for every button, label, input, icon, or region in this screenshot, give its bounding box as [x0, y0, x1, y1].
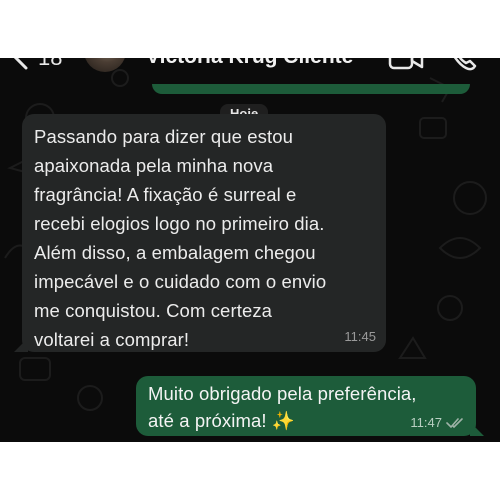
bubble-tail [470, 422, 484, 436]
incoming-message-text: Passando para dizer que estou apaixonada… [34, 126, 327, 350]
phone-call-icon[interactable] [448, 58, 478, 72]
contact-name[interactable]: Victoria Krug Cliente [146, 58, 353, 69]
incoming-message-time: 11:45 [344, 329, 376, 344]
incoming-message-bubble[interactable]: Passando para dizer que estou apaixonada… [14, 114, 386, 352]
avatar[interactable] [84, 58, 126, 72]
video-call-icon[interactable] [388, 58, 424, 72]
outgoing-message-bubble[interactable]: Muito obrigado pela preferência, até a p… [136, 376, 484, 436]
screenshot-frame: 18 Victoria Krug Cliente Hoje Passando p… [0, 0, 500, 500]
unread-count[interactable]: 18 [38, 58, 62, 71]
bubble-tail [14, 338, 28, 352]
previous-outgoing-bubble[interactable] [152, 84, 470, 94]
back-chevron-icon[interactable] [8, 58, 34, 70]
chat-window: 18 Victoria Krug Cliente Hoje Passando p… [0, 58, 500, 442]
outgoing-message-meta: 11:47 [410, 415, 466, 430]
outgoing-message-time: 11:47 [410, 415, 442, 430]
double-check-read-icon [446, 417, 463, 428]
chat-header: 18 Victoria Krug Cliente [0, 58, 500, 76]
